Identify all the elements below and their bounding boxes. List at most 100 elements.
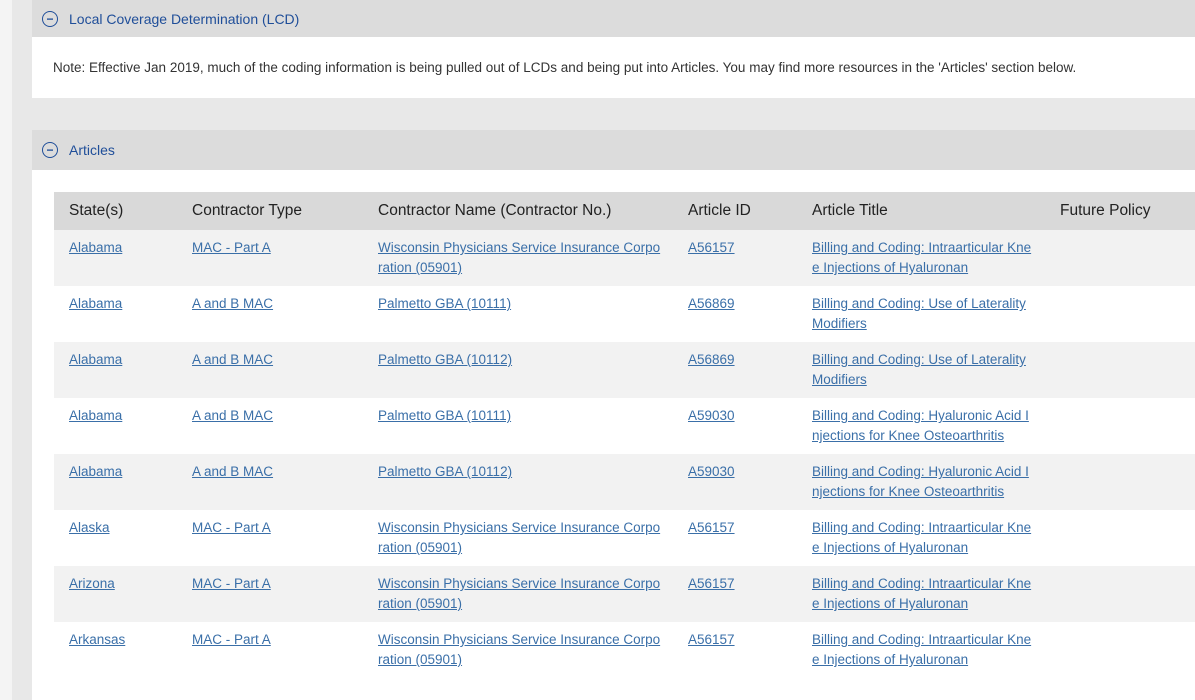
table-row: Arkansas MAC - Part A Wisconsin Physicians… (54, 622, 1195, 678)
lcd-title: Local Coverage Determination (LCD) (69, 10, 300, 27)
collapse-icon[interactable]: − (42, 142, 58, 158)
contractor-type-link[interactable]: A and B MAC (192, 464, 273, 479)
article-title-link[interactable]: Billing and Coding: Intraarticular Knee … (812, 632, 1031, 667)
table-cell: Billing and Coding: Intraarticular Knee … (797, 510, 1045, 566)
table-cell: Billing and Coding: Use of Laterality Mo… (797, 286, 1045, 342)
contractor-name-link[interactable]: Wisconsin Physicians Service Insurance C… (378, 240, 660, 275)
contractor-name-link[interactable]: Palmetto GBA (10112) (378, 464, 512, 479)
table-row: Alabama A and B MAC Palmetto GBA (10111) A5… (54, 286, 1195, 342)
articles-title: Articles (69, 142, 115, 158)
future-policy-cell (1045, 286, 1195, 342)
table-cell: Alabama (54, 454, 177, 510)
article-id-link[interactable]: A56157 (688, 240, 735, 255)
table-cell: A and B MAC (177, 398, 363, 454)
article-title-link[interactable]: Billing and Coding: Intraarticular Knee … (812, 240, 1031, 275)
article-title-link[interactable]: Billing and Coding: Hyaluronic Acid Inje… (812, 408, 1029, 443)
future-policy-cell (1045, 398, 1195, 454)
contractor-name-link[interactable]: Wisconsin Physicians Service Insurance C… (378, 520, 660, 555)
article-title-link[interactable]: Billing and Coding: Use of Laterality Mo… (812, 352, 1026, 387)
lcd-section-header[interactable]: − Local Coverage Determination (LCD) (32, 0, 1195, 37)
state-link[interactable]: Alaska (69, 520, 110, 535)
table-cell: A and B MAC (177, 454, 363, 510)
table-cell: Wisconsin Physicians Service Insurance C… (363, 566, 673, 622)
table-cell: Palmetto GBA (10111) (363, 286, 673, 342)
contractor-type-link[interactable]: MAC - Part A (192, 240, 271, 255)
table-cell: A56157 (673, 622, 797, 678)
column-header[interactable]: Contractor Name (Contractor No.) (363, 192, 673, 230)
table-cell: A59030 (673, 454, 797, 510)
article-title-link[interactable]: Billing and Coding: Hyaluronic Acid Inje… (812, 464, 1029, 499)
column-header[interactable]: Contractor Type (177, 192, 363, 230)
contractor-type-link[interactable]: A and B MAC (192, 408, 273, 423)
contractor-name-link[interactable]: Palmetto GBA (10111) (378, 296, 511, 311)
article-id-link[interactable]: A59030 (688, 408, 735, 423)
contractor-type-link[interactable]: MAC - Part A (192, 520, 271, 535)
table-cell: Alabama (54, 286, 177, 342)
table-cell: Alabama (54, 342, 177, 398)
table-row: Alabama A and B MAC Palmetto GBA (10111) A5… (54, 398, 1195, 454)
future-policy-cell (1045, 622, 1195, 678)
collapse-icon[interactable]: − (42, 10, 58, 27)
future-policy-cell (1045, 342, 1195, 398)
articles-table: State(s) Contractor Type Contractor Name (… (54, 192, 1195, 678)
table-cell: Alaska (54, 510, 177, 566)
table-cell: A56157 (673, 230, 797, 286)
left-strip (0, 0, 12, 700)
contractor-type-link[interactable]: MAC - Part A (192, 632, 271, 647)
table-cell: A56869 (673, 342, 797, 398)
contractor-type-link[interactable]: A and B MAC (192, 296, 273, 311)
future-policy-cell (1045, 454, 1195, 510)
article-id-link[interactable]: A56869 (688, 296, 735, 311)
lcd-note: Note: Effective Jan 2019, much of the co… (32, 37, 1195, 98)
column-header[interactable]: Article ID (673, 192, 797, 230)
contractor-name-link[interactable]: Wisconsin Physicians Service Insurance C… (378, 576, 660, 611)
table-cell: Billing and Coding: Intraarticular Knee … (797, 566, 1045, 622)
table-row: Alabama A and B MAC Palmetto GBA (10112) A5… (54, 342, 1195, 398)
table-cell: MAC - Part A (177, 622, 363, 678)
table-row: Alabama A and B MAC Palmetto GBA (10112) A5… (54, 454, 1195, 510)
table-row: Alabama MAC - Part A Wisconsin Physicians … (54, 230, 1195, 286)
state-link[interactable]: Arizona (69, 576, 115, 591)
table-cell: A56157 (673, 566, 797, 622)
contractor-name-link[interactable]: Palmetto GBA (10111) (378, 408, 511, 423)
table-cell: Billing and Coding: Hyaluronic Acid Inje… (797, 454, 1045, 510)
table-cell: Arizona (54, 566, 177, 622)
table-cell: A59030 (673, 398, 797, 454)
article-id-link[interactable]: A56869 (688, 352, 735, 367)
column-header[interactable]: State(s) (54, 192, 177, 230)
article-id-link[interactable]: A56157 (688, 520, 735, 535)
state-link[interactable]: Alabama (69, 240, 122, 255)
table-row: Arizona MAC - Part A Wisconsin Physicians … (54, 566, 1195, 622)
article-id-link[interactable]: A59030 (688, 464, 735, 479)
table-cell: Palmetto GBA (10111) (363, 398, 673, 454)
column-header[interactable]: Article Title (797, 192, 1045, 230)
state-link[interactable]: Alabama (69, 352, 122, 367)
table-cell: A56157 (673, 510, 797, 566)
article-id-link[interactable]: A56157 (688, 576, 735, 591)
contractor-type-link[interactable]: MAC - Part A (192, 576, 271, 591)
table-cell: Palmetto GBA (10112) (363, 342, 673, 398)
articles-section-header[interactable]: − Articles (32, 130, 1195, 170)
table-cell: Alabama (54, 398, 177, 454)
state-link[interactable]: Alabama (69, 464, 122, 479)
contractor-type-link[interactable]: A and B MAC (192, 352, 273, 367)
article-id-link[interactable]: A56157 (688, 632, 735, 647)
state-link[interactable]: Arkansas (69, 632, 125, 647)
column-header[interactable]: Future Policy (1045, 192, 1195, 230)
article-title-link[interactable]: Billing and Coding: Intraarticular Knee … (812, 576, 1031, 611)
state-link[interactable]: Alabama (69, 296, 122, 311)
article-title-link[interactable]: Billing and Coding: Use of Laterality Mo… (812, 296, 1026, 331)
contractor-name-link[interactable]: Wisconsin Physicians Service Insurance C… (378, 632, 660, 667)
table-cell: Wisconsin Physicians Service Insurance C… (363, 230, 673, 286)
article-title-link[interactable]: Billing and Coding: Intraarticular Knee … (812, 520, 1031, 555)
state-link[interactable]: Alabama (69, 408, 122, 423)
future-policy-cell (1045, 510, 1195, 566)
table-cell: Wisconsin Physicians Service Insurance C… (363, 622, 673, 678)
table-cell: A56869 (673, 286, 797, 342)
table-row: Alaska MAC - Part A Wisconsin Physicians S… (54, 510, 1195, 566)
future-policy-cell (1045, 566, 1195, 622)
contractor-name-link[interactable]: Palmetto GBA (10112) (378, 352, 512, 367)
table-cell: Billing and Coding: Intraarticular Knee … (797, 622, 1045, 678)
table-cell: MAC - Part A (177, 510, 363, 566)
future-policy-cell (1045, 230, 1195, 286)
